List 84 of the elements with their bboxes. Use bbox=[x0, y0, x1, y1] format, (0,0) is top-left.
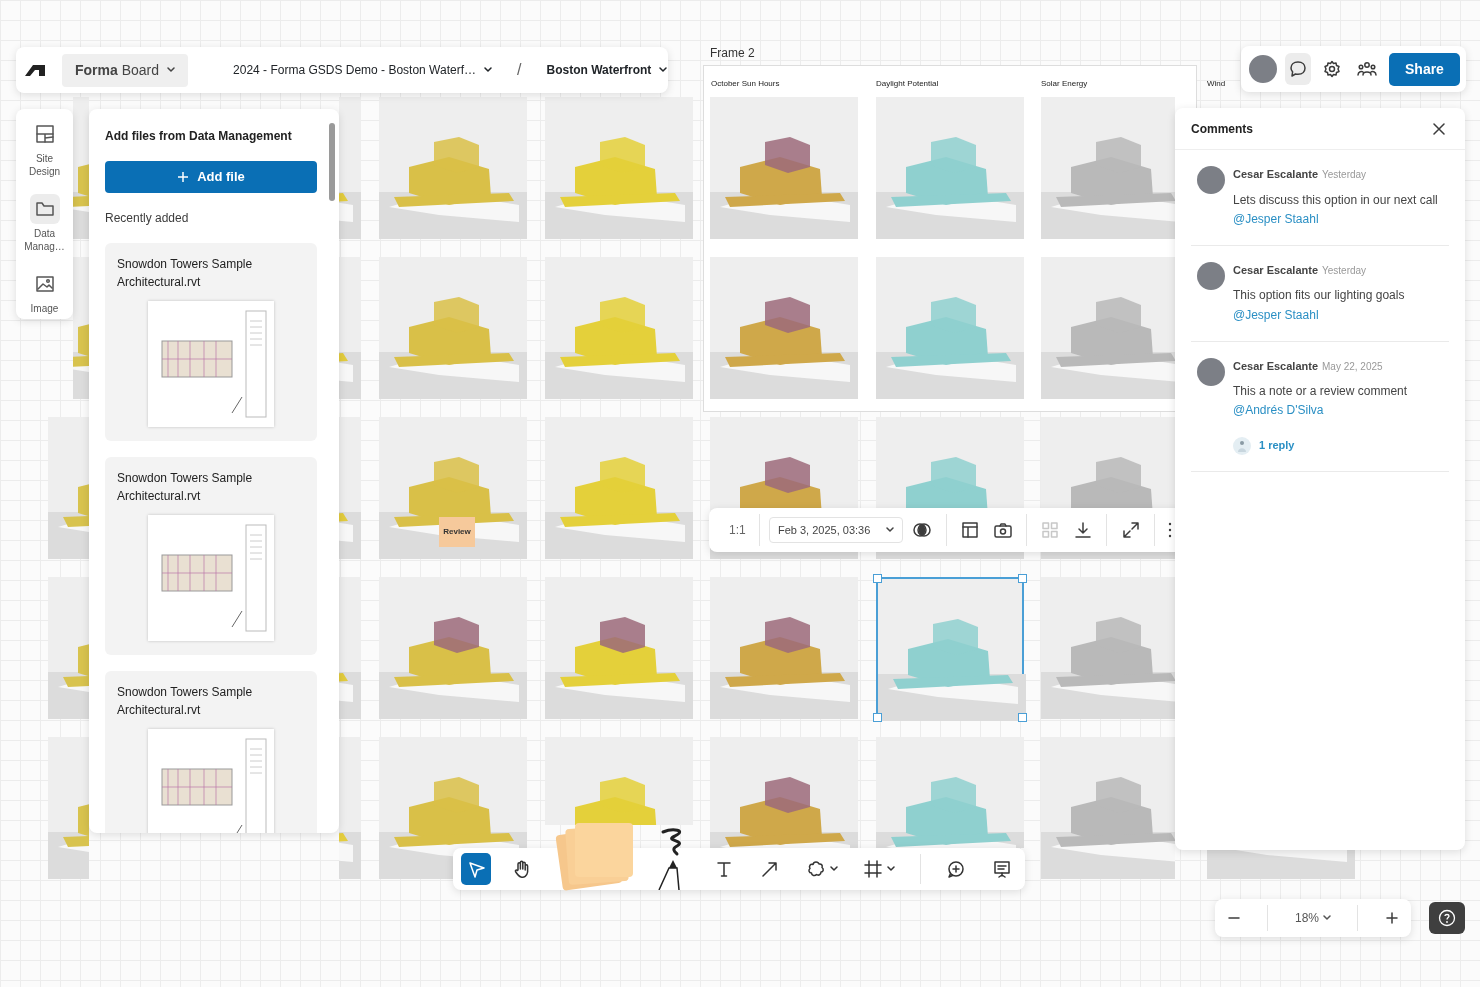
panel-title: Comments bbox=[1191, 120, 1253, 138]
file-name: Snowdon Towers Sample Architectural.rvt bbox=[117, 469, 254, 505]
more-icon bbox=[1167, 522, 1172, 538]
user-avatar bbox=[1233, 436, 1251, 455]
column-title: Solar Energy bbox=[1041, 78, 1088, 90]
frame-icon bbox=[863, 859, 884, 879]
close-icon bbox=[1433, 122, 1445, 135]
panel-title: Add files from Data Management bbox=[105, 128, 293, 145]
site-dropdown[interactable]: Boston Waterfront bbox=[537, 56, 677, 84]
breadcrumb-separator: / bbox=[517, 60, 522, 80]
comment-author: Cesar Escalante bbox=[1233, 358, 1318, 374]
mention-link[interactable]: @Jesper Staahl bbox=[1233, 211, 1319, 226]
file-card[interactable]: Snowdon Towers Sample Architectural.rvt bbox=[105, 456, 317, 655]
comment-text: Lets discuss this option in our next call @Jesper Staahl bbox=[1233, 191, 1439, 228]
comment-time: May 22, 2025 bbox=[1322, 359, 1383, 374]
chevron-icon bbox=[484, 67, 492, 73]
comment-text: This a note or a review comment @Andrés D'Silva bbox=[1233, 383, 1409, 420]
logo-icon bbox=[24, 63, 46, 77]
file-card[interactable]: Snowdon Towers Sample Architectural.rvt bbox=[105, 242, 317, 441]
file-name: Snowdon Towers Sample Architectural.rvt bbox=[117, 683, 254, 719]
chevron-icon bbox=[659, 67, 668, 73]
user-avatar bbox=[1197, 166, 1225, 194]
plus-icon bbox=[177, 170, 190, 183]
file-name: Snowdon Towers Sample Architectural.rvt bbox=[117, 255, 254, 291]
pointer-icon bbox=[466, 859, 487, 879]
sidebar-item[interactable]: Data Manag… bbox=[20, 188, 69, 259]
chevron-icon bbox=[1323, 915, 1331, 921]
column-title: Wind bbox=[1207, 78, 1226, 90]
layout-icon bbox=[34, 124, 55, 144]
folder-icon bbox=[34, 199, 55, 219]
render-image[interactable] bbox=[545, 577, 693, 719]
zoom-level-dropdown[interactable]: 18% bbox=[1290, 905, 1335, 931]
sticky-note[interactable]: Review bbox=[439, 517, 475, 547]
layout-icon bbox=[959, 520, 980, 540]
comment-author: Cesar Escalante bbox=[1233, 167, 1318, 182]
user-avatar bbox=[1197, 357, 1225, 386]
project-dropdown[interactable]: 2024 - Forma GSDS Demo - Boston Waterf… bbox=[224, 56, 501, 84]
render-image[interactable] bbox=[710, 577, 858, 719]
comments-button[interactable] bbox=[1285, 53, 1311, 85]
expand-icon bbox=[1120, 520, 1141, 540]
cloud-shape-icon bbox=[805, 859, 826, 879]
add-file-button[interactable]: Add file bbox=[105, 161, 317, 193]
app-switcher[interactable]: Forma Board bbox=[62, 53, 189, 87]
download-icon bbox=[1073, 520, 1094, 540]
presentation-icon bbox=[991, 859, 1012, 879]
user-avatar bbox=[1197, 261, 1225, 290]
comment-author: Cesar Escalante bbox=[1233, 262, 1318, 278]
user-avatar[interactable] bbox=[1249, 55, 1277, 83]
chevron-icon bbox=[829, 866, 838, 872]
help-button[interactable] bbox=[1429, 902, 1465, 934]
chevron-icon bbox=[887, 866, 896, 872]
comment-text: This option fits our lighting goals @Jesper Staahl bbox=[1233, 287, 1406, 324]
people-icon bbox=[1357, 60, 1377, 78]
render-image[interactable] bbox=[876, 577, 1024, 719]
plus-icon bbox=[1384, 911, 1399, 925]
image-icon bbox=[34, 274, 55, 294]
help-icon bbox=[1438, 909, 1456, 927]
grid-icon bbox=[1040, 520, 1061, 540]
sidebar-item[interactable]: Image bbox=[20, 263, 69, 322]
add-comment-icon bbox=[945, 859, 966, 879]
frame-label: Frame 2 bbox=[710, 45, 755, 62]
render-image[interactable] bbox=[710, 257, 858, 399]
scale-button[interactable]: 1:1 bbox=[725, 517, 750, 543]
comment-time: Yesterday bbox=[1322, 168, 1367, 182]
render-image[interactable] bbox=[710, 737, 858, 848]
render-image[interactable] bbox=[710, 97, 858, 239]
mention-link[interactable]: @Jesper Staahl bbox=[1233, 307, 1319, 322]
date-dropdown[interactable]: Feb 3, 2025, 03:36 bbox=[768, 516, 904, 544]
share-button[interactable]: Share bbox=[1389, 52, 1460, 86]
section-heading: Recently added bbox=[105, 209, 190, 227]
sidebar-item[interactable]: Site Design bbox=[20, 113, 69, 184]
column-title: Daylight Potential bbox=[876, 78, 939, 90]
chevron-icon bbox=[167, 67, 176, 73]
speech-bubble-icon bbox=[1289, 60, 1307, 78]
camera-icon bbox=[992, 520, 1013, 540]
column-title: October Sun Hours bbox=[711, 78, 780, 90]
render-image[interactable] bbox=[379, 577, 527, 719]
gear-icon bbox=[1323, 60, 1341, 78]
file-card[interactable]: Snowdon Towers Sample Architectural.rvt bbox=[105, 670, 317, 833]
comment-time: Yesterday bbox=[1322, 263, 1367, 278]
chevron-icon bbox=[886, 527, 895, 533]
reply-link[interactable]: 1 reply bbox=[1259, 437, 1295, 454]
mention-link[interactable]: @Andrés D'Silva bbox=[1233, 403, 1324, 418]
contrast-icon bbox=[912, 520, 933, 540]
